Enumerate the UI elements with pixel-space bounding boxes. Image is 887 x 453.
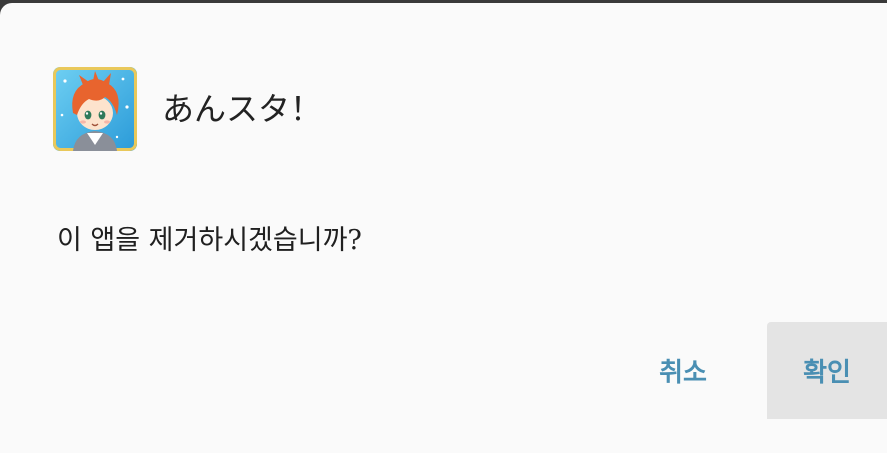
ok-button[interactable]: 확인 (767, 322, 887, 419)
app-name: あんスタ！ (162, 90, 323, 128)
uninstall-confirmation-message: 이 앱을 제거하시겠습니까? (57, 225, 362, 256)
cancel-button[interactable]: 취소 (620, 322, 746, 419)
uninstall-dialog: あんスタ！ 이 앱을 제거하시겠습니까? 취소 확인 (0, 3, 887, 453)
app-icon (53, 67, 137, 151)
